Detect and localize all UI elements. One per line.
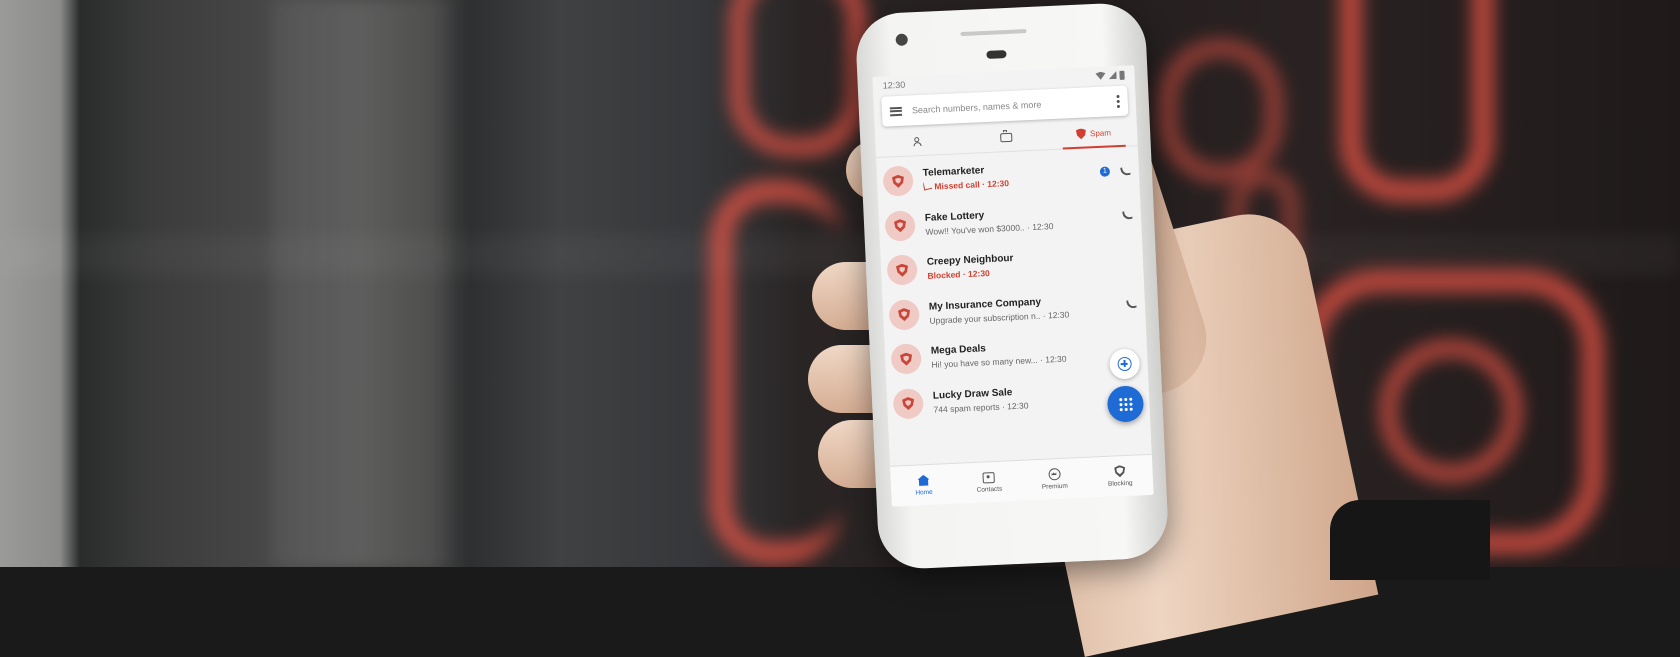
- phone-screen: 12:30 Spam: [872, 65, 1154, 507]
- tab-people[interactable]: [875, 125, 964, 157]
- call-subtitle: Missed call · 12:30: [934, 178, 1010, 192]
- home-icon: [917, 474, 929, 486]
- more-vert-icon[interactable]: [1116, 94, 1121, 108]
- spam-shield-icon: [892, 175, 905, 189]
- premium-icon: [1048, 468, 1061, 481]
- tab-business[interactable]: [962, 121, 1051, 153]
- contacts-icon: [982, 471, 996, 484]
- status-time: 12:30: [882, 79, 906, 91]
- nav-blocking[interactable]: Blocking: [1086, 455, 1153, 498]
- nav-contacts[interactable]: Contacts: [956, 461, 1023, 504]
- spam-shield-icon: [900, 352, 913, 366]
- signal-icon: [1108, 71, 1116, 79]
- search-input[interactable]: [911, 96, 1117, 116]
- nav-home-label: Home: [915, 488, 933, 497]
- briefcase-icon: [1000, 132, 1013, 142]
- spam-avatar: [884, 210, 916, 242]
- spam-shield-icon: [898, 308, 911, 322]
- call-icon[interactable]: [1122, 210, 1133, 221]
- wifi-icon: [1095, 72, 1105, 80]
- battery-icon: [1119, 70, 1125, 80]
- smartphone: 12:30 Spam: [854, 1, 1170, 571]
- tab-spam[interactable]: Spam: [1049, 117, 1138, 149]
- people-icon: [913, 137, 925, 146]
- dialpad-button[interactable]: [1106, 385, 1145, 423]
- unread-badge: 1: [1099, 166, 1111, 178]
- spam-avatar: [882, 165, 914, 197]
- add-icon: [1117, 356, 1132, 372]
- nav-premium-label: Premium: [1041, 482, 1069, 491]
- spam-shield-icon: [894, 219, 907, 233]
- spam-avatar: [886, 254, 918, 286]
- nav-blocking-label: Blocking: [1107, 479, 1133, 488]
- call-icon[interactable]: [1126, 299, 1137, 310]
- call-list: Telemarketer Missed call · 12:30 1 Fake …: [876, 146, 1150, 427]
- sleeve: [1330, 500, 1490, 580]
- spam-avatar: [890, 343, 922, 375]
- nav-home[interactable]: Home: [890, 464, 957, 507]
- bottom-navigation: Home Contacts Premium Blocking: [890, 453, 1154, 507]
- tab-spam-label: Spam: [1089, 127, 1112, 138]
- nav-premium[interactable]: Premium: [1021, 458, 1088, 501]
- hamburger-menu-icon[interactable]: [889, 106, 903, 116]
- missed-call-icon: [923, 181, 933, 191]
- earpiece-speaker: [960, 29, 1027, 37]
- blocking-icon: [1114, 465, 1126, 477]
- spam-avatar: [892, 387, 924, 420]
- spam-avatar: [888, 299, 920, 331]
- call-icon[interactable]: [1120, 165, 1131, 176]
- shield-icon: [1076, 128, 1086, 139]
- spam-shield-icon: [902, 397, 915, 411]
- nav-contacts-label: Contacts: [976, 485, 1003, 494]
- front-camera: [895, 33, 908, 47]
- proximity-sensor: [986, 50, 1007, 59]
- spam-shield-icon: [896, 263, 909, 277]
